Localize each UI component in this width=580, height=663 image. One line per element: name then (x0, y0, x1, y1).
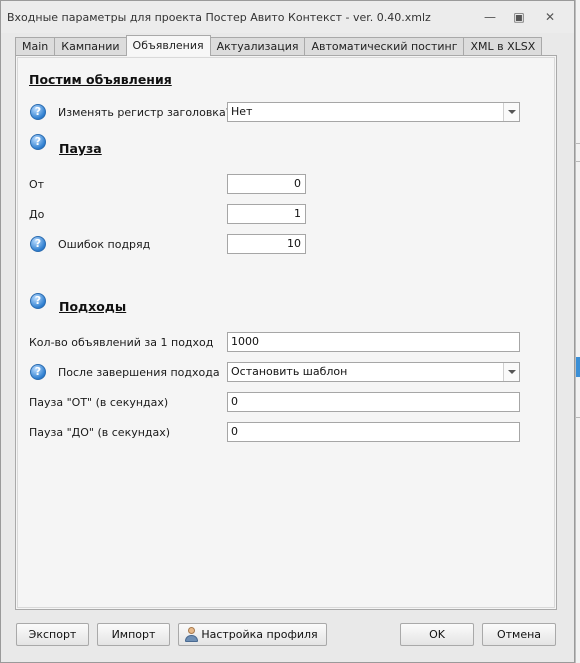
background-divider (576, 143, 580, 144)
chevron-down-icon[interactable] (503, 103, 519, 121)
ads-per-approach-label: Кол-во объявлений за 1 подход (29, 336, 214, 349)
close-button[interactable]: ✕ (541, 9, 559, 25)
tab-ads[interactable]: Объявления (125, 35, 211, 56)
user-icon (184, 627, 198, 643)
window-title: Входные параметры для проекта Постер Ави… (7, 11, 431, 24)
background-window-strip (575, 0, 580, 663)
help-icon[interactable]: ? (30, 104, 46, 120)
pause-from-seconds-input[interactable]: 0 (227, 392, 520, 412)
ok-button[interactable]: OK (400, 623, 474, 646)
help-icon[interactable]: ? (30, 364, 46, 380)
to-input[interactable]: 1 (227, 204, 306, 224)
to-label: До (29, 208, 45, 221)
from-label: От (29, 178, 45, 191)
posting-section-title: Постим объявления (29, 72, 172, 87)
restore-button[interactable]: ▣ (510, 9, 528, 25)
after-approach-select[interactable]: Остановить шаблон (227, 362, 520, 382)
chevron-down-icon[interactable] (503, 363, 519, 381)
ads-per-approach-input[interactable]: 1000 (227, 332, 520, 352)
tab-main[interactable]: Main (15, 37, 56, 56)
after-approach-value: Остановить шаблон (231, 365, 348, 378)
pause-from-seconds-label: Пауза "ОТ" (в секундах) (29, 396, 169, 409)
export-button[interactable]: Экспорт (16, 623, 89, 646)
tab-xml-to-xlsx[interactable]: XML в XLSX (463, 37, 543, 56)
tab-campaigns[interactable]: Кампании (54, 37, 127, 56)
after-approach-label: После завершения подхода (58, 366, 220, 379)
change-case-value: Нет (231, 105, 253, 118)
title-bar: Входные параметры для проекта Постер Ави… (1, 1, 574, 33)
parameters-dialog: Входные параметры для проекта Постер Ави… (0, 0, 575, 663)
pause-to-seconds-input[interactable]: 0 (227, 422, 520, 442)
pause-section-title: Пауза (59, 141, 102, 156)
minimize-button[interactable]: — (481, 9, 499, 25)
background-divider (576, 161, 580, 162)
pause-to-seconds-label: Пауза "ДО" (в секундах) (29, 426, 171, 439)
profile-settings-button[interactable]: Настройка профиля (178, 623, 327, 646)
profile-settings-label: Настройка профиля (201, 628, 318, 641)
tab-actualization[interactable]: Актуализация (209, 37, 306, 56)
change-case-select[interactable]: Нет (227, 102, 520, 122)
background-divider (576, 417, 580, 418)
from-input[interactable]: 0 (227, 174, 306, 194)
help-icon[interactable]: ? (30, 293, 46, 309)
change-case-label: Изменять регистр заголовка? (58, 106, 232, 119)
tab-strip: Main Кампании Объявления Актуализация Ав… (15, 35, 543, 56)
tab-auto-posting[interactable]: Автоматический постинг (304, 37, 465, 56)
import-button[interactable]: Импорт (97, 623, 170, 646)
approaches-section-title: Подходы (59, 299, 127, 314)
background-selection (576, 357, 580, 377)
errors-in-row-input[interactable]: 10 (227, 234, 306, 254)
help-icon[interactable]: ? (30, 236, 46, 252)
errors-in-row-label: Ошибок подряд (58, 238, 151, 251)
help-icon[interactable]: ? (30, 134, 46, 150)
cancel-button[interactable]: Отмена (482, 623, 556, 646)
